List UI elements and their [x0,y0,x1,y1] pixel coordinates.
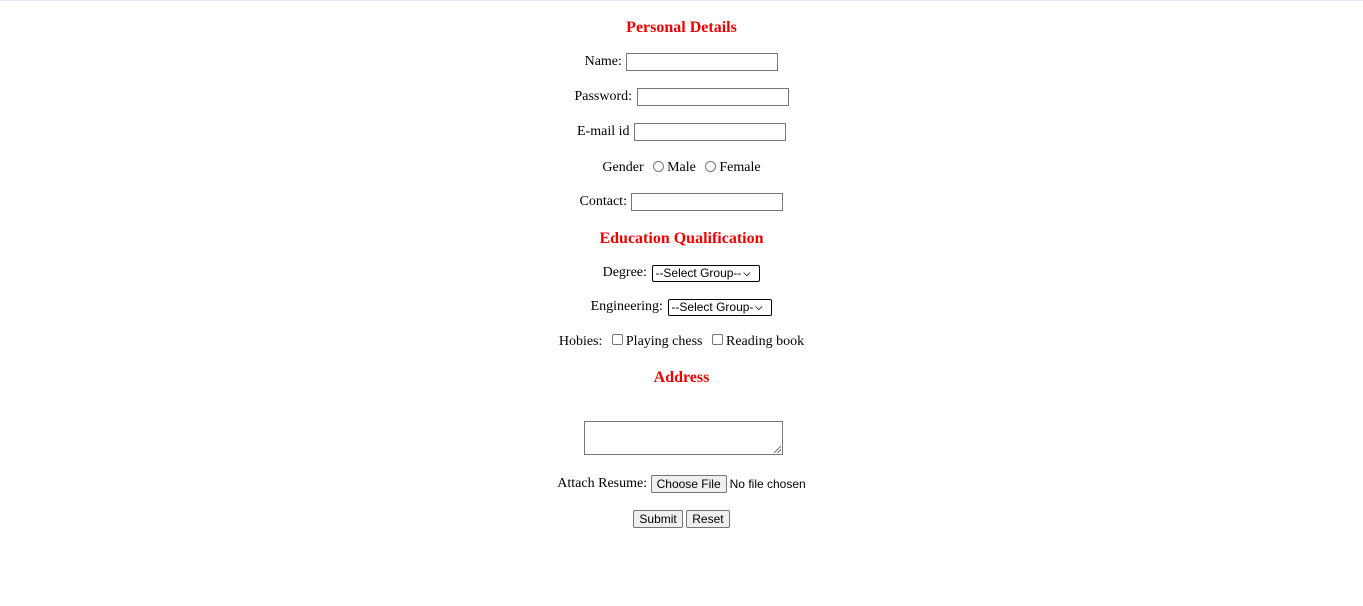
engineering-row: Engineering: --Select Group- ⌵ [0,297,1363,317]
email-input[interactable] [634,123,786,141]
hobbies-row: Hobies: Playing chess Reading book [0,332,1363,352]
name-label: Name: [584,54,622,69]
degree-select-value: --Select Group-- [655,265,742,280]
choose-file-button[interactable]: Choose File [650,475,727,493]
reset-button[interactable]: Reset [686,509,730,528]
hobby-option-chess[interactable]: Playing chess [606,332,703,352]
degree-select[interactable]: --Select Group-- ⌵ [652,264,761,282]
radio-female[interactable] [705,161,717,172]
gender-male-label: Male [667,160,696,175]
checkbox-reading[interactable] [712,334,723,345]
password-label: Password: [574,89,633,104]
contact-input[interactable] [631,193,784,211]
gender-option-female[interactable]: Female [699,158,761,178]
radio-male[interactable] [653,161,665,172]
degree-label: Degree: [602,265,647,280]
resume-row: Attach Resume: Choose File No file chosen [0,474,1363,494]
resume-label: Attach Resume: [557,476,648,491]
hobby-reading-label: Reading book [726,334,805,349]
name-row: Name: [0,52,1363,72]
email-label: E-mail id [577,124,630,139]
chevron-down-icon: ⌵ [743,267,751,278]
name-input[interactable] [626,53,779,71]
actions-row: Submit Reset [0,509,1363,529]
submit-button[interactable]: Submit [633,509,683,528]
heading-address: Address [653,369,710,386]
contact-label: Contact: [579,194,627,209]
top-border [0,0,1363,1]
gender-option-male[interactable]: Male [647,158,696,178]
gender-label: Gender [602,160,644,175]
heading-personal-details: Personal Details [626,19,737,36]
resize-grip-icon[interactable] [774,446,781,453]
hobby-option-reading[interactable]: Reading book [706,332,804,352]
heading-education: Education Qualification [599,230,764,247]
engineering-select[interactable]: --Select Group- ⌵ [668,298,773,316]
engineering-select-value: --Select Group- [671,299,754,314]
checkbox-chess[interactable] [611,334,623,345]
password-input[interactable] [636,88,789,106]
password-row: Password: [0,87,1363,107]
contact-row: Contact: [0,192,1363,212]
hobbies-label: Hobies: [558,334,603,349]
gender-female-label: Female [719,160,761,175]
address-textarea[interactable] [584,421,783,455]
degree-row: Degree: --Select Group-- ⌵ [0,263,1363,283]
chevron-down-icon: ⌵ [755,301,763,312]
email-row: E-mail id [0,122,1363,142]
engineering-label: Engineering: [590,299,663,314]
gender-row: Gender Male Female [0,158,1363,178]
file-status: No file chosen [729,477,806,491]
hobby-chess-label: Playing chess [625,334,703,349]
